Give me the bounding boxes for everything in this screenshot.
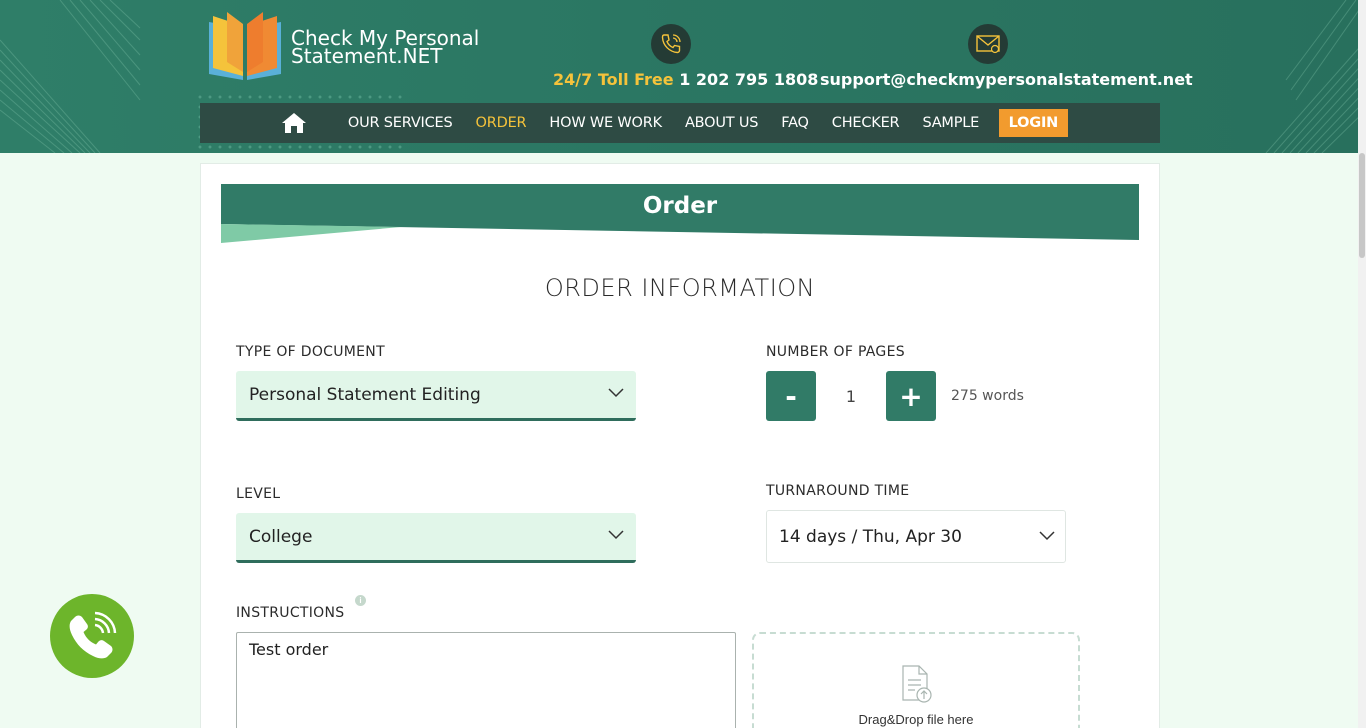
turnaround-time-value: 14 days / Thu, Apr 30 xyxy=(779,526,962,547)
number-of-pages-label: NUMBER OF PAGES xyxy=(766,344,905,360)
login-button[interactable]: LOGIN xyxy=(998,109,1069,137)
nav-checker[interactable]: CHECKER xyxy=(832,115,900,131)
phone-contact[interactable]: 24/7 Toll Free 1 202 795 1808 xyxy=(553,24,818,89)
nav-order[interactable]: ORDER xyxy=(476,115,527,131)
order-banner: Order xyxy=(221,184,1139,243)
level-select[interactable]: College xyxy=(236,513,636,563)
mail-icon xyxy=(975,35,1000,54)
chevron-down-icon xyxy=(608,388,624,398)
file-upload-icon xyxy=(902,665,932,703)
turnaround-time-select[interactable]: 14 days / Thu, Apr 30 xyxy=(766,510,1066,563)
decrease-pages-button[interactable]: - xyxy=(766,371,816,421)
increase-pages-button[interactable]: + xyxy=(886,371,936,421)
site-logo[interactable]: Check My Personal Statement.NET xyxy=(207,12,479,82)
email-contact[interactable]: support@checkmypersonalstatement.net xyxy=(820,24,1193,89)
type-of-document-value: Personal Statement Editing xyxy=(249,384,481,405)
word-count: 275 words xyxy=(951,388,1024,404)
site-header: Check My Personal Statement.NET 24/7 Tol… xyxy=(0,0,1366,153)
main-nav: OUR SERVICES ORDER HOW WE WORK ABOUT US … xyxy=(200,103,1160,143)
section-title: ORDER INFORMATION xyxy=(544,274,816,302)
book-logo-icon xyxy=(209,12,281,80)
decorative-lines xyxy=(1265,0,1366,153)
mail-circle xyxy=(967,24,1008,64)
nav-faq[interactable]: FAQ xyxy=(781,115,809,131)
instructions-label: INSTRUCTIONS xyxy=(236,605,345,621)
order-card: Order ORDER INFORMATION TYPE OF DOCUMENT… xyxy=(200,163,1160,728)
phone-icon xyxy=(661,34,681,54)
email-address[interactable]: support@checkmypersonalstatement.net xyxy=(820,70,1193,89)
brand-name: Check My Personal Statement.NET xyxy=(291,28,479,66)
decorative-lines xyxy=(0,0,141,153)
chevron-down-icon xyxy=(608,530,624,540)
nav-how-we-work[interactable]: HOW WE WORK xyxy=(549,115,662,131)
info-icon[interactable]: i xyxy=(355,595,366,606)
instructions-textarea[interactable]: Test order xyxy=(236,632,736,728)
phone-text: 24/7 Toll Free 1 202 795 1808 xyxy=(553,70,818,89)
phone-circle xyxy=(650,24,691,64)
call-button[interactable] xyxy=(50,594,134,678)
chevron-down-icon xyxy=(1039,531,1055,541)
type-of-document-label: TYPE OF DOCUMENT xyxy=(236,344,385,360)
file-dropzone[interactable]: Drag&Drop file here xyxy=(752,632,1080,728)
toll-free-label: 24/7 Toll Free xyxy=(553,70,674,89)
dropzone-text: Drag&Drop file here xyxy=(858,712,974,727)
pages-count[interactable]: 1 xyxy=(816,371,886,421)
phone-number[interactable]: 1 202 795 1808 xyxy=(679,70,818,89)
home-icon[interactable] xyxy=(280,111,308,135)
turnaround-time-label: TURNAROUND TIME xyxy=(766,483,910,499)
phone-icon xyxy=(69,611,117,659)
nav-our-services[interactable]: OUR SERVICES xyxy=(348,115,453,131)
scrollbar-thumb[interactable] xyxy=(1359,153,1365,258)
level-label: LEVEL xyxy=(236,486,281,502)
nav-about-us[interactable]: ABOUT US xyxy=(685,115,759,131)
banner-wave xyxy=(221,224,1139,243)
level-value: College xyxy=(249,526,313,547)
type-of-document-select[interactable]: Personal Statement Editing xyxy=(236,371,636,421)
page-scrollbar[interactable] xyxy=(1358,0,1366,728)
page-title: Order xyxy=(642,193,718,219)
nav-sample[interactable]: SAMPLE xyxy=(922,115,979,131)
